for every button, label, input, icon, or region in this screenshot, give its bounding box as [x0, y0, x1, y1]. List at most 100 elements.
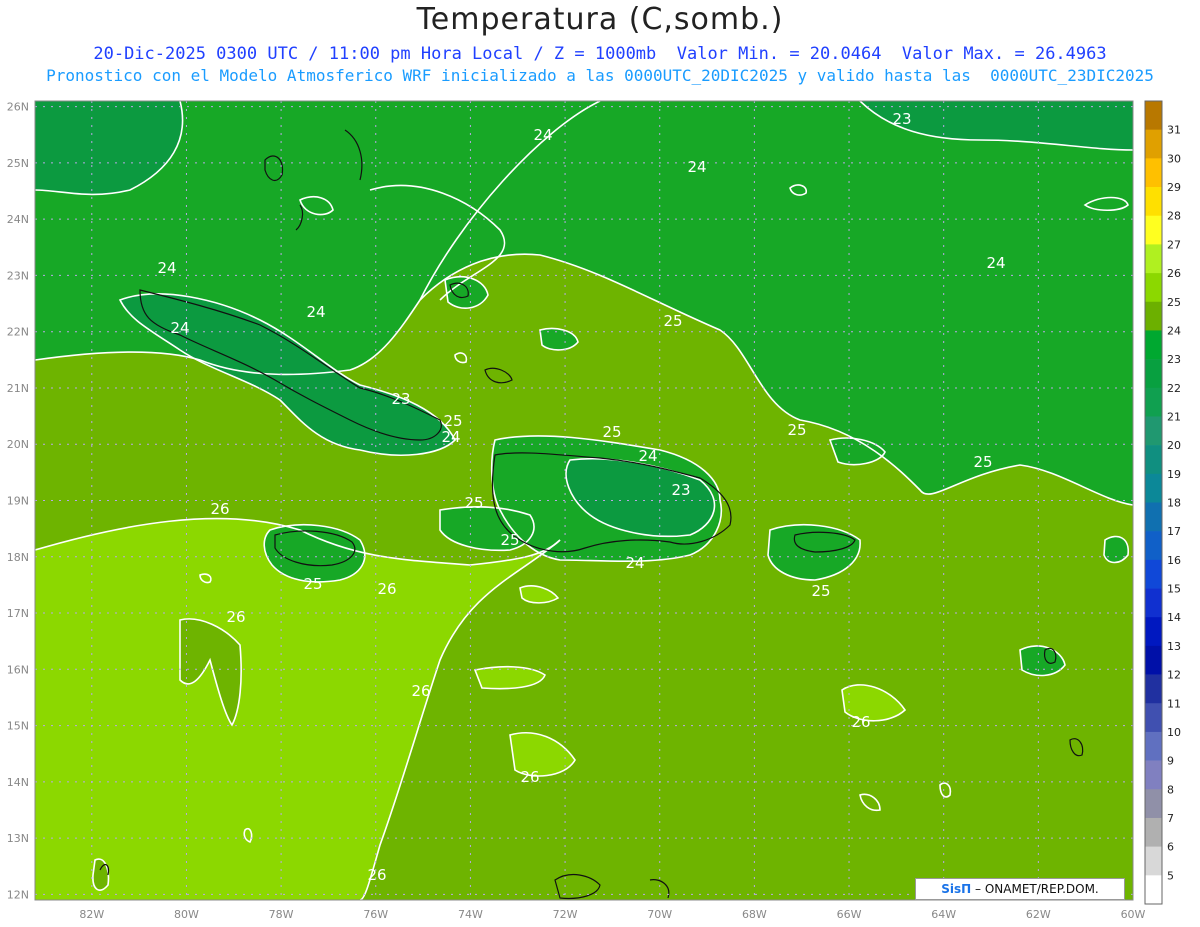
colorbar-label: 31 — [1167, 124, 1181, 137]
longitude-labels: 82W 80W 78W 76W 74W 72W 70W 68W 66W 64W 62W 60W — [79, 908, 1145, 921]
colorbar-swatch — [1145, 846, 1162, 876]
contour-label: 24 — [533, 126, 552, 144]
contour-label: 26 — [411, 682, 430, 700]
colorbar-swatch — [1145, 473, 1162, 503]
lat-tick-label: 23N — [7, 269, 29, 282]
contour-label: 25 — [663, 312, 682, 330]
colorbar: 31 30 29 28 27 26 25 24 23 22 21 20 19 18 17 16 15 14 13 12… — [1144, 100, 1181, 905]
colorbar-label: 12 — [1167, 669, 1181, 682]
colorbar-label: 30 — [1167, 152, 1181, 165]
contour-label: 24 — [625, 554, 644, 572]
colorbar-label: 20 — [1167, 439, 1181, 452]
colorbar-swatch — [1145, 215, 1162, 245]
lat-tick-label: 25N — [7, 157, 29, 170]
colorbar-swatch — [1145, 416, 1162, 446]
colorbar-label: 14 — [1167, 611, 1181, 624]
contour-label: 23 — [671, 481, 690, 499]
colorbar-label: 26 — [1167, 267, 1181, 280]
colorbar-swatch — [1145, 674, 1162, 704]
lon-tick-label: 62W — [1026, 908, 1051, 921]
lon-tick-label: 68W — [742, 908, 767, 921]
contour-label: 25 — [787, 421, 806, 439]
colorbar-label: 9 — [1167, 755, 1174, 768]
credit-box: SisΠ – ONAMET/REP.DOM. — [915, 878, 1125, 900]
colorbar-swatch — [1145, 645, 1162, 675]
lon-tick-label: 64W — [931, 908, 956, 921]
latitude-labels: 26N 25N 24N 23N 22N 21N 20N 19N 18N 17N 16N 15N 14N 1… — [7, 101, 29, 902]
colorbar-label: 5 — [1167, 869, 1174, 882]
lat-tick-label: 14N — [7, 776, 29, 789]
colorbar-swatch — [1145, 875, 1162, 905]
lon-tick-label: 60W — [1121, 908, 1146, 921]
contour-label: 26 — [367, 866, 386, 884]
colorbar-swatch — [1145, 731, 1162, 761]
colorbar-swatch — [1145, 101, 1162, 130]
contour-label: 24 — [170, 319, 189, 337]
contour-label: 25 — [303, 575, 322, 593]
lon-tick-label: 76W — [363, 908, 388, 921]
lon-tick-label: 78W — [269, 908, 294, 921]
contour-label: 24 — [986, 254, 1005, 272]
lon-tick-label: 70W — [647, 908, 672, 921]
colorbar-swatch — [1145, 789, 1162, 819]
contour-label: 26 — [520, 768, 539, 786]
lon-tick-label: 80W — [174, 908, 199, 921]
colorbar-label: 29 — [1167, 181, 1181, 194]
colorbar-label: 21 — [1167, 410, 1181, 423]
lon-tick-label: 72W — [553, 908, 578, 921]
contour-label: 25 — [602, 423, 621, 441]
colorbar-label: 13 — [1167, 640, 1181, 653]
colorbar-swatch — [1145, 129, 1162, 159]
colorbar-swatch — [1145, 588, 1162, 618]
contour-label: 25 — [464, 494, 483, 512]
colorbar-swatch — [1145, 502, 1162, 532]
lat-tick-label: 19N — [7, 495, 29, 508]
contour-label: 23 — [892, 110, 911, 128]
colorbar-swatch — [1145, 330, 1162, 360]
colorbar-swatch — [1145, 617, 1162, 647]
colorbar-label: 15 — [1167, 583, 1181, 596]
lat-tick-label: 15N — [7, 720, 29, 733]
colorbar-swatch — [1145, 559, 1162, 589]
colorbar-label: 25 — [1167, 296, 1181, 309]
colorbar-label: 24 — [1167, 324, 1181, 337]
colorbar-label: 18 — [1167, 497, 1181, 510]
lat-tick-label: 16N — [7, 663, 29, 676]
colorbar-label: 6 — [1167, 841, 1174, 854]
colorbar-swatch — [1145, 817, 1162, 847]
colorbar-label: 11 — [1167, 697, 1181, 710]
contour-label: 24 — [306, 303, 325, 321]
contour-label: 25 — [811, 582, 830, 600]
contour-label: 25 — [500, 531, 519, 549]
contour-label: 26 — [210, 500, 229, 518]
colorbar-swatch — [1145, 273, 1162, 303]
contour-label: 24 — [687, 158, 706, 176]
colorbar-swatch — [1145, 445, 1162, 475]
contour-label: 24 — [638, 447, 657, 465]
lat-tick-label: 24N — [7, 213, 29, 226]
colorbar-label: 8 — [1167, 783, 1174, 796]
lat-tick-label: 17N — [7, 607, 29, 620]
contour-label: 26 — [226, 608, 245, 626]
temperature-map: 24 24 23 24 24 24 24 23 25 24 25 24 23 25 25 24 25 25 26 25… — [7, 100, 1181, 921]
lat-tick-label: 12N — [7, 888, 29, 901]
lon-tick-label: 66W — [837, 908, 862, 921]
shaded-field — [35, 101, 1133, 900]
colorbar-swatch — [1145, 760, 1162, 790]
lon-tick-label: 82W — [79, 908, 104, 921]
colorbar-label: 16 — [1167, 554, 1181, 567]
lon-tick-label: 74W — [458, 908, 483, 921]
contour-label: 24 — [441, 428, 460, 446]
colorbar-label: 22 — [1167, 382, 1181, 395]
contour-label: 25 — [973, 453, 992, 471]
colorbar-label: 28 — [1167, 210, 1181, 223]
colorbar-swatch — [1145, 703, 1162, 733]
contour-label: 26 — [377, 580, 396, 598]
colorbar-swatch — [1145, 158, 1162, 188]
contour-label: 24 — [157, 259, 176, 277]
credit-text: – ONAMET/REP.DOM. — [975, 882, 1099, 896]
lat-tick-label: 18N — [7, 551, 29, 564]
colorbar-label: 19 — [1167, 468, 1181, 481]
colorbar-label: 7 — [1167, 812, 1174, 825]
contour-label: 23 — [391, 390, 410, 408]
